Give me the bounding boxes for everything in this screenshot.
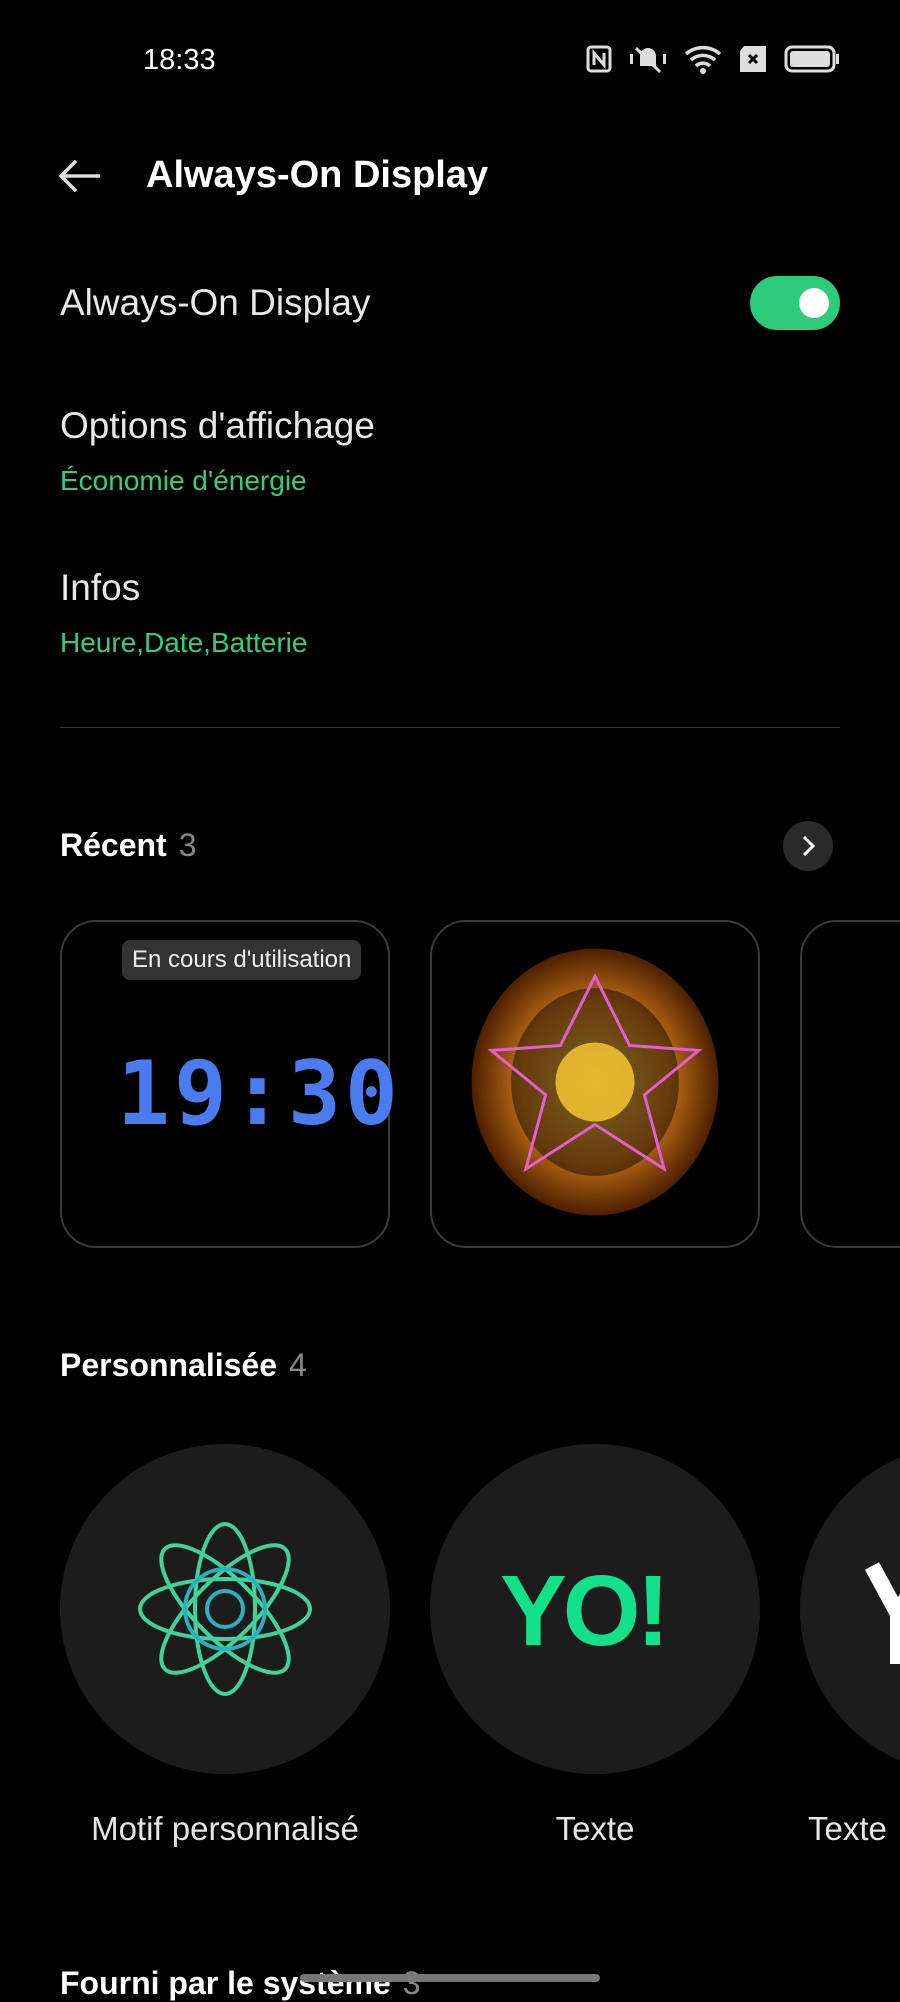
fire-mandala-image	[471, 948, 719, 1216]
system-title: Fourni par le système	[60, 1965, 391, 2001]
custom-title: Personnalisée	[60, 1347, 277, 1383]
arrow-left-icon[interactable]	[56, 156, 104, 196]
display-options-label[interactable]: Options d'affichage	[60, 405, 375, 447]
info-value: Heure,Date,Batterie	[60, 627, 308, 658]
in-use-badge: En cours d'utilisation	[122, 940, 362, 980]
floral-pattern-image	[138, 1522, 312, 1696]
clock-preview: 19:30	[117, 1042, 402, 1145]
custom-pattern-label: Motif personnalisé	[91, 1810, 359, 1847]
status-icons	[586, 44, 840, 74]
recent-more-button[interactable]	[783, 821, 833, 871]
sim-missing-icon	[740, 46, 766, 72]
page-title: Always-On Display	[146, 154, 489, 196]
yo-preview: YO!	[500, 1555, 670, 1667]
aod-toggle[interactable]	[750, 276, 840, 330]
custom-header: Personnalisée 4	[60, 1347, 307, 1384]
nfc-icon	[586, 45, 612, 73]
recent-header: Récent 3	[60, 827, 197, 864]
vibrate-silent-icon	[630, 46, 666, 74]
divider	[60, 727, 840, 728]
display-options-value: Économie d'énergie	[60, 465, 307, 496]
recent-count: 3	[178, 827, 197, 863]
custom-text-label: Texte	[555, 1810, 635, 1847]
info-label[interactable]: Infos	[60, 567, 140, 609]
chevron-right-icon	[802, 835, 816, 857]
recent-title: Récent	[60, 827, 167, 863]
custom-pattern-item[interactable]	[60, 1444, 390, 1774]
toggle-knob	[799, 288, 829, 318]
recent-card-pattern[interactable]	[430, 920, 760, 1248]
custom-text-item[interactable]: YO!	[430, 1444, 760, 1774]
wifi-icon	[684, 46, 722, 74]
recent-card-3[interactable]	[800, 920, 900, 1248]
custom-text-item-2[interactable]	[800, 1444, 900, 1774]
custom-text-label-2: Texte	[808, 1810, 887, 1847]
status-time: 18:33	[143, 44, 216, 76]
system-header: Fourni par le système 3	[60, 1965, 421, 2002]
custom-count: 4	[289, 1347, 307, 1383]
system-count: 3	[402, 1965, 421, 2001]
aod-label: Always-On Display	[60, 282, 371, 323]
recent-card-clock[interactable]: En cours d'utilisation 19:30	[60, 920, 398, 1248]
battery-icon	[784, 45, 839, 73]
home-indicator[interactable]	[300, 1974, 600, 1982]
